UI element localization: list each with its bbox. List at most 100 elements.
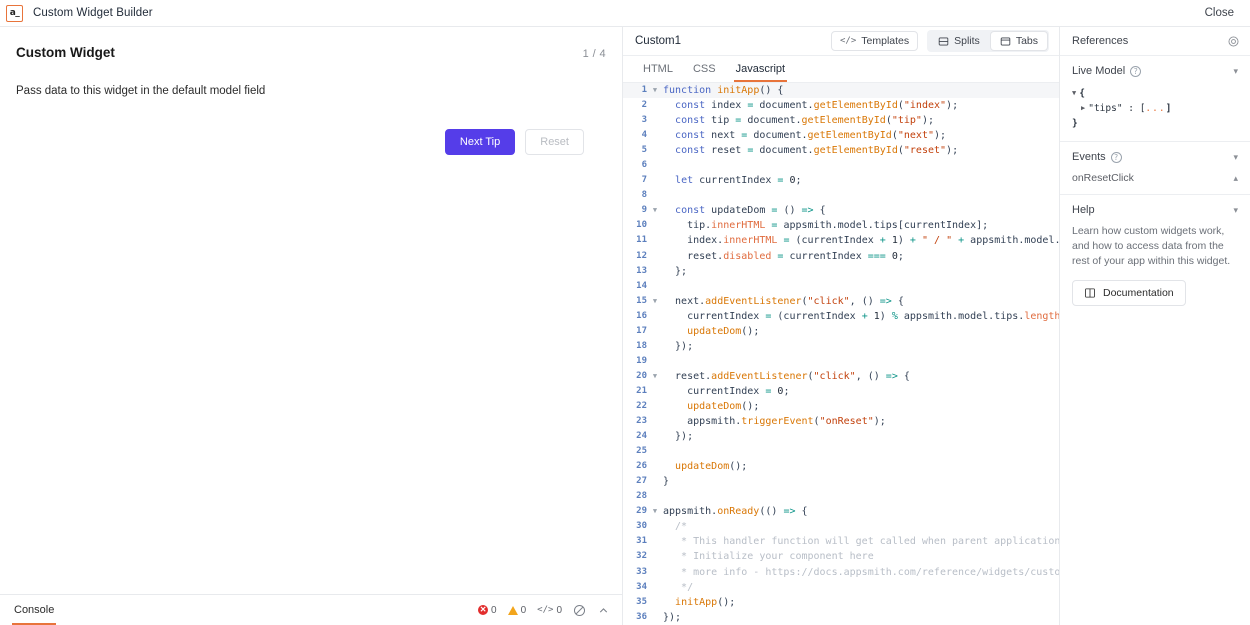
caret-right-icon[interactable]: ▶	[1081, 101, 1085, 116]
code-line[interactable]: 24 });	[623, 429, 1059, 444]
splits-toggle[interactable]: Splits	[928, 31, 990, 51]
events-section: Events ? ▾ onResetClick ▴	[1060, 142, 1250, 195]
code-text: }	[661, 474, 669, 489]
code-line[interactable]: 10 tip.innerHTML = appsmith.model.tips[c…	[623, 218, 1059, 233]
line-number: 2	[623, 98, 649, 113]
tab-javascript[interactable]: Javascript	[728, 56, 794, 82]
question-circle-icon[interactable]: ?	[1111, 152, 1122, 163]
json-row[interactable]: ▼{	[1072, 86, 1238, 101]
tabs-toggle[interactable]: Tabs	[990, 31, 1048, 51]
collapse-console-button[interactable]	[597, 604, 610, 617]
caret-down-icon[interactable]: ▼	[1072, 86, 1076, 101]
chevron-up-icon[interactable]: ▴	[1233, 174, 1238, 183]
widget-name-label: Custom1	[635, 35, 681, 47]
gear-icon[interactable]	[1227, 35, 1240, 48]
code-line[interactable]: 36});	[623, 610, 1059, 625]
code-line[interactable]: 22 updateDom();	[623, 399, 1059, 414]
code-editor[interactable]: 1▼function initApp() {2 const index = do…	[623, 83, 1059, 625]
code-line[interactable]: 35 initApp();	[623, 595, 1059, 610]
fold-toggle-icon[interactable]: ▼	[649, 294, 661, 309]
code-line[interactable]: 32 * Initialize your component here	[623, 549, 1059, 564]
code-line[interactable]: 4 const next = document.getElementById("…	[623, 128, 1059, 143]
language-tabs: HTML CSS Javascript	[623, 56, 1059, 83]
code-line[interactable]: 30 /*	[623, 519, 1059, 534]
log-count[interactable]: </> 0	[537, 605, 562, 616]
chevron-down-icon[interactable]: ▾	[1233, 206, 1238, 215]
code-line[interactable]: 14	[623, 279, 1059, 294]
fold-toggle-icon[interactable]: ▼	[649, 203, 661, 218]
live-model-header[interactable]: Live Model ? ▾	[1072, 65, 1238, 77]
code-text: let currentIndex = 0;	[661, 173, 802, 188]
warning-count-value: 0	[521, 605, 527, 616]
code-line[interactable]: 11 index.innerHTML = (currentIndex + 1) …	[623, 233, 1059, 248]
code-line[interactable]: 34 */	[623, 580, 1059, 595]
code-line[interactable]: 8	[623, 188, 1059, 203]
code-line[interactable]: 13 };	[623, 264, 1059, 279]
json-collapsed-dots: ...	[1145, 101, 1165, 116]
clear-console-button[interactable]	[573, 604, 586, 617]
console-tab[interactable]: Console	[12, 596, 56, 624]
documentation-button[interactable]: Documentation	[1072, 280, 1186, 306]
code-line[interactable]: 33 * more info - https://docs.appsmith.c…	[623, 565, 1059, 580]
code-line[interactable]: 27}	[623, 474, 1059, 489]
code-text: });	[661, 610, 681, 625]
fold-toggle-icon[interactable]: ▼	[649, 504, 661, 519]
error-count-value: 0	[491, 605, 497, 616]
code-line[interactable]: 18 });	[623, 339, 1059, 354]
code-text: const index = document.getElementById("i…	[661, 98, 958, 113]
chevron-down-icon[interactable]: ▾	[1233, 153, 1238, 162]
fold-toggle-icon[interactable]: ▼	[649, 83, 661, 98]
question-circle-icon[interactable]: ?	[1130, 66, 1141, 77]
reset-button[interactable]: Reset	[525, 129, 584, 155]
code-line[interactable]: 2 const index = document.getElementById(…	[623, 98, 1059, 113]
code-line[interactable]: 31 * This handler function will get call…	[623, 534, 1059, 549]
code-line[interactable]: 20▼ reset.addEventListener("click", () =…	[623, 369, 1059, 384]
code-line[interactable]: 26 updateDom();	[623, 459, 1059, 474]
help-header[interactable]: Help ▾	[1072, 204, 1238, 216]
code-line[interactable]: 9▼ const updateDom = () => {	[623, 203, 1059, 218]
events-header[interactable]: Events ? ▾	[1072, 151, 1238, 163]
code-line[interactable]: 1▼function initApp() {	[623, 83, 1059, 98]
code-line[interactable]: 6	[623, 158, 1059, 173]
code-line[interactable]: 5 const reset = document.getElementById(…	[623, 143, 1059, 158]
templates-button[interactable]: </> Templates	[831, 31, 918, 51]
line-number: 16	[623, 309, 649, 324]
error-count[interactable]: ✕ 0	[478, 605, 497, 616]
tab-html[interactable]: HTML	[635, 56, 681, 82]
json-close-brace: }	[1072, 116, 1078, 131]
code-line[interactable]: 12 reset.disabled = currentIndex === 0;	[623, 249, 1059, 264]
line-number: 34	[623, 580, 649, 595]
code-line[interactable]: 7 let currentIndex = 0;	[623, 173, 1059, 188]
code-line[interactable]: 25	[623, 444, 1059, 459]
code-line[interactable]: 3 const tip = document.getElementById("t…	[623, 113, 1059, 128]
tab-css[interactable]: CSS	[685, 56, 724, 82]
event-item-onresetclick[interactable]: onResetClick ▴	[1072, 172, 1238, 184]
live-model-tree: ▼{ ▶"tips" : [...] }	[1072, 86, 1238, 131]
code-text: updateDom();	[661, 399, 759, 414]
code-line[interactable]: 23 appsmith.triggerEvent("onReset");	[623, 414, 1059, 429]
code-text: appsmith.triggerEvent("onReset");	[661, 414, 886, 429]
warning-count[interactable]: 0	[508, 605, 527, 616]
fold-toggle-icon[interactable]: ▼	[649, 369, 661, 384]
next-tip-button[interactable]: Next Tip	[445, 129, 515, 155]
json-row[interactable]: ▶"tips" : [...]	[1072, 101, 1238, 116]
code-text: reset.addEventListener("click", () => {	[661, 369, 910, 384]
code-line[interactable]: 28	[623, 489, 1059, 504]
warning-icon	[508, 606, 518, 615]
code-text: });	[661, 429, 693, 444]
code-lines: 1▼function initApp() {2 const index = do…	[623, 83, 1059, 625]
error-icon: ✕	[478, 605, 488, 615]
code-line[interactable]: 15▼ next.addEventListener("click", () =>…	[623, 294, 1059, 309]
code-text: index.innerHTML = (currentIndex + 1) + "…	[661, 233, 1059, 248]
code-line[interactable]: 29▼appsmith.onReady(() => {	[623, 504, 1059, 519]
code-line[interactable]: 17 updateDom();	[623, 324, 1059, 339]
code-text: };	[661, 264, 687, 279]
code-line[interactable]: 21 currentIndex = 0;	[623, 384, 1059, 399]
code-line[interactable]: 19	[623, 354, 1059, 369]
line-number: 31	[623, 534, 649, 549]
chevron-down-icon[interactable]: ▾	[1233, 67, 1238, 76]
json-open-brace: {	[1079, 86, 1085, 101]
code-line[interactable]: 16 currentIndex = (currentIndex + 1) % a…	[623, 309, 1059, 324]
widget-preview-pane: Custom Widget 1 / 4 Pass data to this wi…	[0, 27, 623, 625]
close-button[interactable]: Close	[1201, 4, 1238, 22]
